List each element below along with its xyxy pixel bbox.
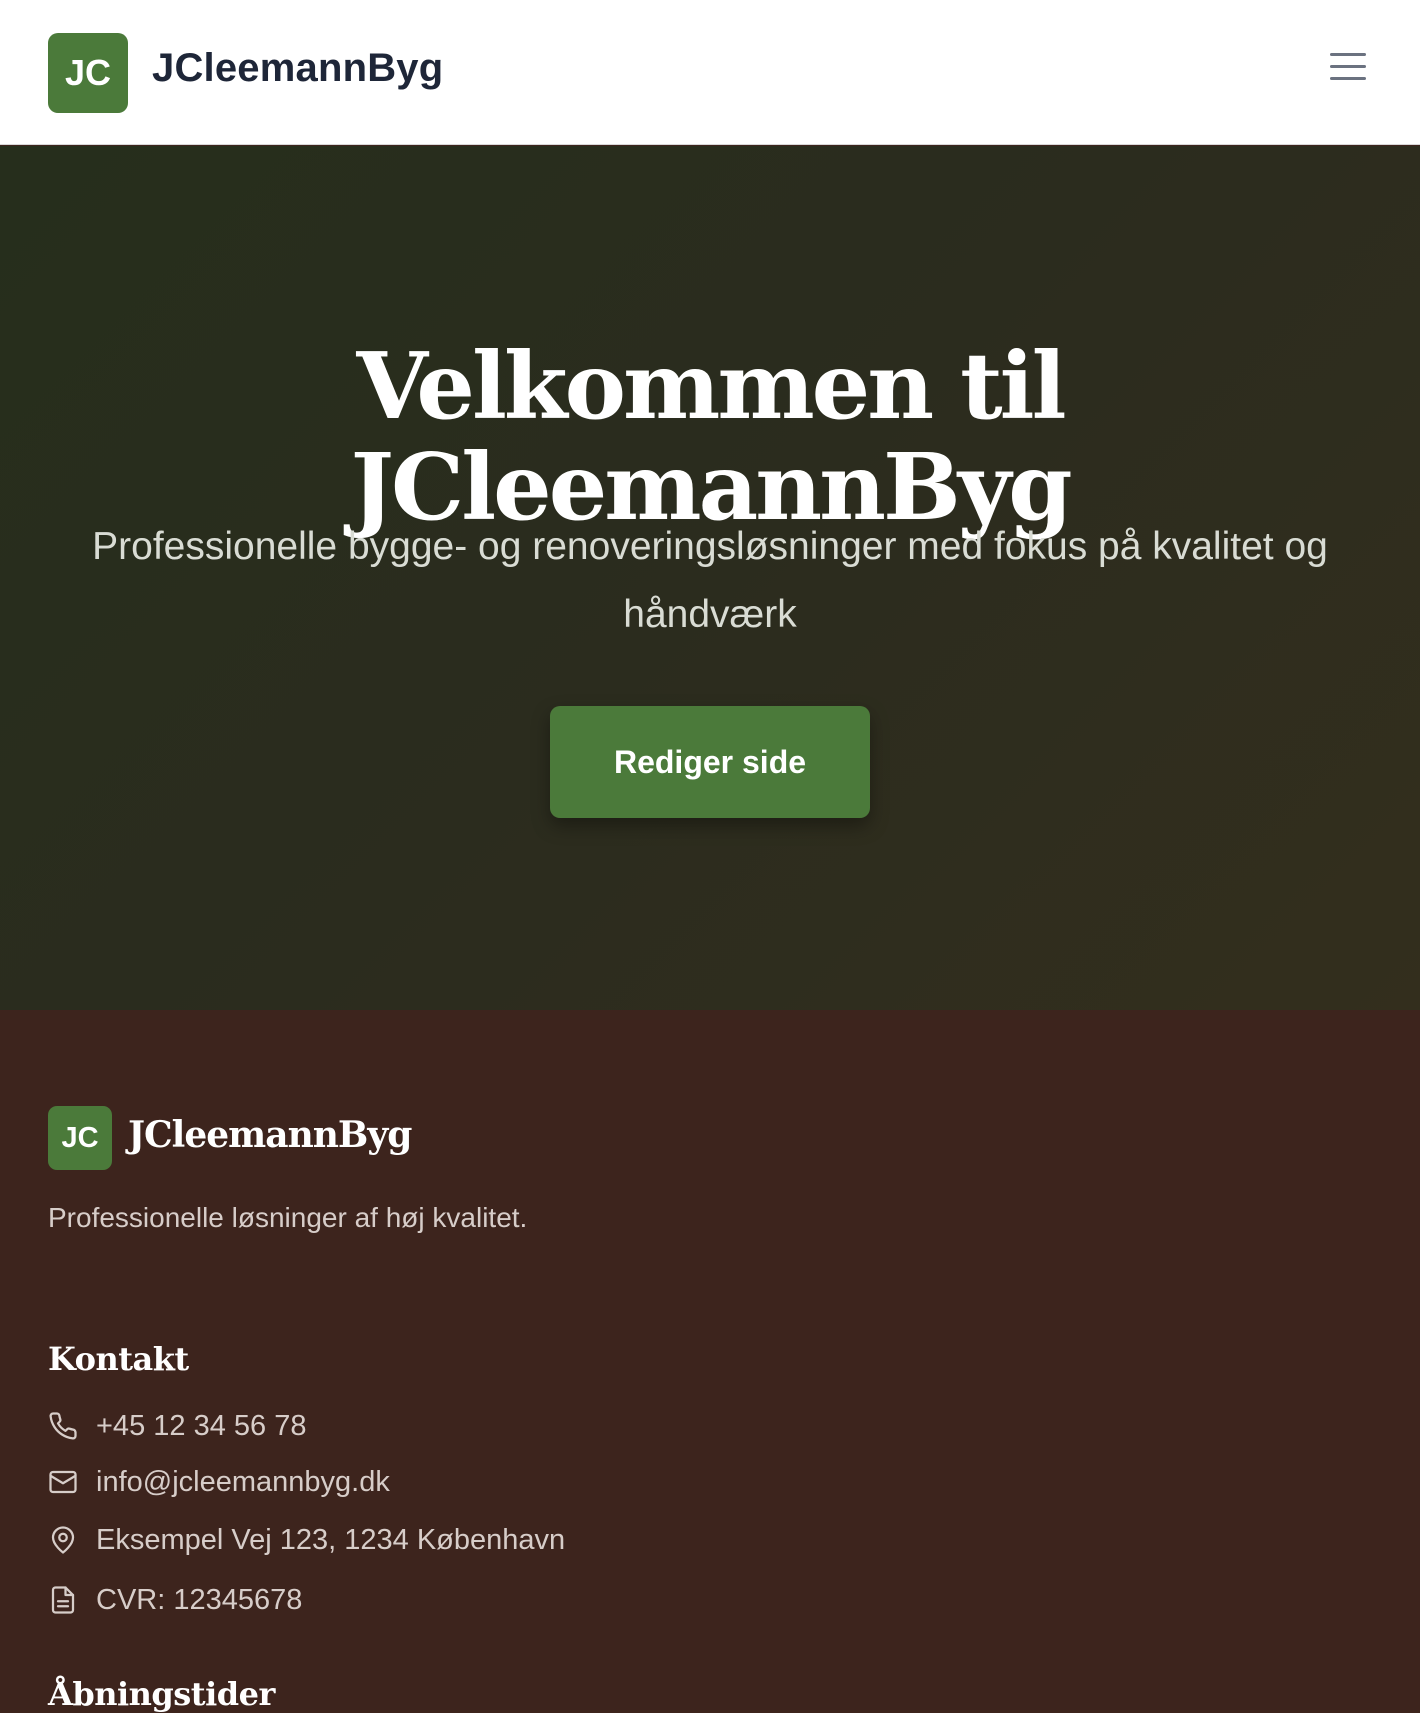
- contact-heading: Kontakt: [48, 1340, 189, 1378]
- brand-name[interactable]: JCleemannByg: [152, 46, 443, 91]
- contact-email[interactable]: info@jcleemannbyg.dk: [48, 1462, 390, 1502]
- hero-section: Velkommen til JCleemannByg Professionell…: [0, 146, 1420, 1010]
- site-footer: JC JCleemannByg Professionelle løsninger…: [0, 1010, 1420, 1713]
- footer-tagline: Professionelle løsninger af høj kvalitet…: [48, 1202, 528, 1233]
- hamburger-menu-icon: [1330, 53, 1366, 80]
- contact-phone-text: +45 12 34 56 78: [96, 1409, 307, 1442]
- footer-logo-badge: JC: [48, 1106, 112, 1170]
- edit-page-button[interactable]: Rediger side: [550, 706, 870, 818]
- contact-cvr: CVR: 12345678: [48, 1580, 302, 1620]
- contact-address-text: Eksempel Vej 123, 1234 København: [96, 1523, 566, 1556]
- mail-icon: [49, 1470, 77, 1494]
- contact-address[interactable]: Eksempel Vej 123, 1234 København: [48, 1520, 565, 1560]
- opening-hours-heading: Åbningstider: [48, 1675, 275, 1713]
- document-icon: [51, 1586, 75, 1614]
- contact-cvr-text: CVR: 12345678: [96, 1583, 303, 1616]
- map-pin-icon: [51, 1526, 75, 1554]
- logo-badge[interactable]: JC: [48, 33, 128, 113]
- phone-icon: [49, 1412, 77, 1440]
- site-header: JC JCleemannByg: [0, 0, 1420, 145]
- contact-email-text: info@jcleemannbyg.dk: [96, 1465, 390, 1498]
- hero-subtitle: Professionelle bygge- og renoveringsløsn…: [92, 525, 1328, 636]
- contact-phone[interactable]: +45 12 34 56 78: [48, 1406, 306, 1446]
- hamburger-menu-button[interactable]: [1318, 40, 1378, 92]
- hero-title: Velkommen til JCleemannByg: [350, 332, 1072, 542]
- footer-brand-name: JCleemannByg: [128, 1114, 412, 1156]
